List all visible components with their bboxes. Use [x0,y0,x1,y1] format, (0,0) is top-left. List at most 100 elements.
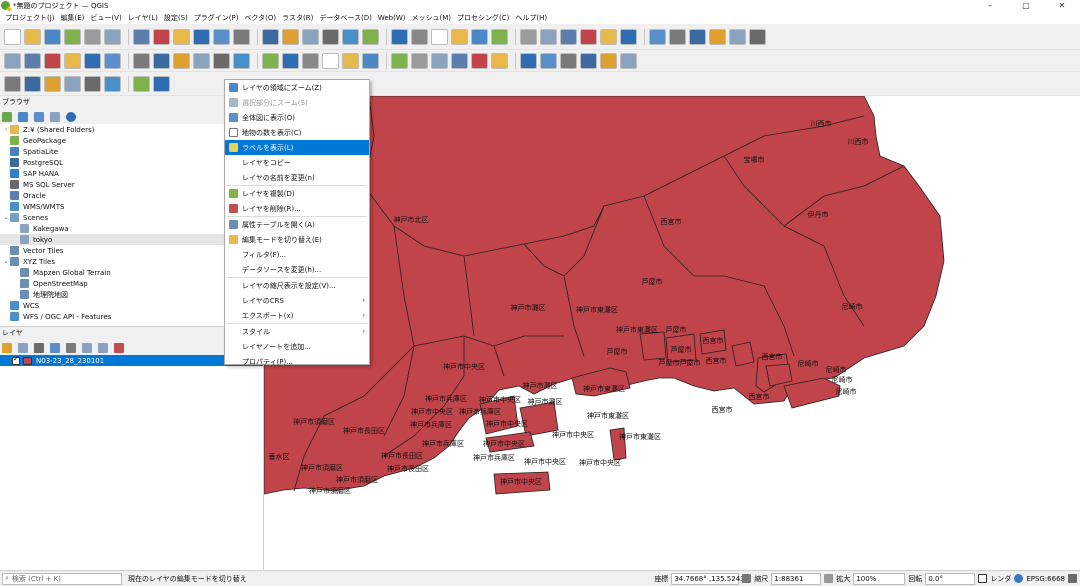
menu-item[interactable]: プロジェクト(J) [2,13,58,23]
zoom-native-icon[interactable] [620,52,637,69]
crs-globe-icon[interactable] [1014,574,1024,583]
print-layout-icon[interactable] [520,28,537,45]
zoom-full-icon[interactable] [560,52,577,69]
zoom-last-icon[interactable] [84,75,101,92]
zoom-native-icon[interactable] [729,28,746,45]
lock-scale-icon[interactable] [824,574,834,583]
zoom-layer-icon[interactable] [600,52,617,69]
rotation-field[interactable]: 0.0° [925,572,976,585]
zoom-next-icon[interactable] [342,28,359,45]
save-as-icon[interactable] [491,28,508,45]
expand-all-icon[interactable] [82,342,92,353]
collapse-all-layers-icon[interactable] [98,342,108,353]
crs-label[interactable]: EPSG:6668 [1026,575,1065,583]
menu-item[interactable]: Web(W) [375,14,409,22]
locator-search-input[interactable]: ⌕ 検索 (Ctrl + K) [2,572,122,585]
style-icon[interactable] [2,342,12,353]
zoom-layer-icon[interactable] [282,28,299,45]
zoom-out-icon[interactable] [104,52,121,69]
minimize-button[interactable]: – [972,1,1008,10]
zoom-out-icon[interactable] [540,52,557,69]
layout-manager-icon[interactable] [4,52,21,69]
context-menu-item[interactable]: 選択部分にズーム(S) [225,95,369,110]
refresh-icon[interactable] [411,28,428,45]
pan-icon[interactable] [44,52,61,69]
magnifier-field[interactable]: 100% [853,572,906,585]
save-as-icon[interactable] [391,52,408,69]
new-project-icon[interactable] [322,52,339,69]
zoom-in-icon[interactable] [193,28,210,45]
context-menu-item[interactable]: 編集モードを切り替え(E) [225,232,369,247]
menu-item[interactable]: ラスタ(R) [279,13,316,23]
save-project-icon[interactable] [471,28,488,45]
menu-item[interactable]: 編集(E) [58,13,88,23]
layout-manager-icon[interactable] [540,28,557,45]
context-menu-item[interactable]: スタイル › [225,324,369,339]
zoom-in-icon[interactable] [520,52,537,69]
open-project-icon[interactable] [24,28,41,45]
context-menu-item[interactable]: プロパティ(P)... [225,354,369,369]
maximize-button[interactable]: ▢ [1008,1,1044,10]
style-manager-icon[interactable] [133,28,150,45]
menu-item[interactable]: レイヤ(L) [125,13,161,23]
style-manager-icon[interactable] [451,52,468,69]
scale-field[interactable]: 1:88361 [771,572,822,585]
zoom-native-icon[interactable] [193,52,210,69]
context-menu-item[interactable]: データソースを変更(h)... [225,262,369,277]
context-menu-item[interactable]: 属性テーブルを開く(A) [225,217,369,232]
context-menu-item[interactable]: レイヤを削除(R)... [225,201,369,216]
print-layout-icon[interactable] [84,28,101,45]
zoom-layer-icon[interactable] [709,28,726,45]
context-menu-item[interactable]: レイヤの縮尺表示を設定(V)... [225,278,369,293]
context-menu-item[interactable]: レイヤの領域にズーム(Z) [225,80,369,95]
zoom-layer-icon[interactable] [173,52,190,69]
print-layout-icon[interactable] [411,52,428,69]
zoom-in-icon[interactable] [84,52,101,69]
bookmarks-icon[interactable] [282,52,299,69]
save-project-icon[interactable] [44,28,61,45]
menu-item[interactable]: ヘルプ(H) [512,13,550,23]
context-menu-item[interactable]: レイヤを複製(D) [225,186,369,201]
zoom-selection-icon[interactable] [24,75,41,92]
close-button[interactable]: ✕ [1044,1,1080,10]
style-manager-icon[interactable] [560,28,577,45]
pan-icon[interactable] [153,28,170,45]
info-icon[interactable] [66,111,76,122]
menu-item[interactable]: プラグイン(P) [191,13,242,23]
layout-manager-icon[interactable] [104,28,121,45]
bookmarks-icon[interactable] [153,75,170,92]
zoom-out-icon[interactable] [213,28,230,45]
zoom-selection-icon[interactable] [580,52,597,69]
menu-item[interactable]: プロセシング(C) [454,13,512,23]
menu-item[interactable]: データベース(D) [316,13,375,23]
pan-icon[interactable] [471,52,488,69]
open-project-icon[interactable] [451,28,468,45]
menu-item[interactable]: ベクタ(O) [241,13,279,23]
filter-icon[interactable] [34,111,44,122]
refresh-icon[interactable] [302,52,319,69]
zoom-full-icon[interactable] [233,28,250,45]
render-checkbox[interactable] [978,574,988,583]
expand-arrow-icon[interactable]: ⌄ [2,258,10,265]
layout-manager-icon[interactable] [431,52,448,69]
new-project-icon[interactable] [4,28,21,45]
zoom-layer-icon[interactable] [44,75,61,92]
context-menu-item[interactable]: ラベルを表示(L) [225,140,369,155]
zoom-native-icon[interactable] [302,28,319,45]
save-as-icon[interactable] [64,28,81,45]
context-menu-item[interactable]: 全体図に表示(O) [225,110,369,125]
add-selected-layers-icon[interactable] [2,111,12,122]
pan-to-selection-icon[interactable] [173,28,190,45]
pan-to-selection-icon[interactable] [491,52,508,69]
zoom-next-icon[interactable] [104,75,121,92]
zoom-selection-icon[interactable] [689,28,706,45]
filter-legend-icon[interactable] [50,342,60,353]
zoom-out-icon[interactable] [649,28,666,45]
toggle-extents-icon[interactable] [742,574,752,583]
zoom-last-icon[interactable] [749,28,766,45]
layer-visibility-checkbox[interactable] [12,355,20,365]
new-project-icon[interactable] [431,28,448,45]
save-project-icon[interactable] [362,52,379,69]
context-menu-item[interactable]: エクスポート(x) › [225,308,369,323]
menu-item[interactable]: 設定(S) [161,13,191,23]
